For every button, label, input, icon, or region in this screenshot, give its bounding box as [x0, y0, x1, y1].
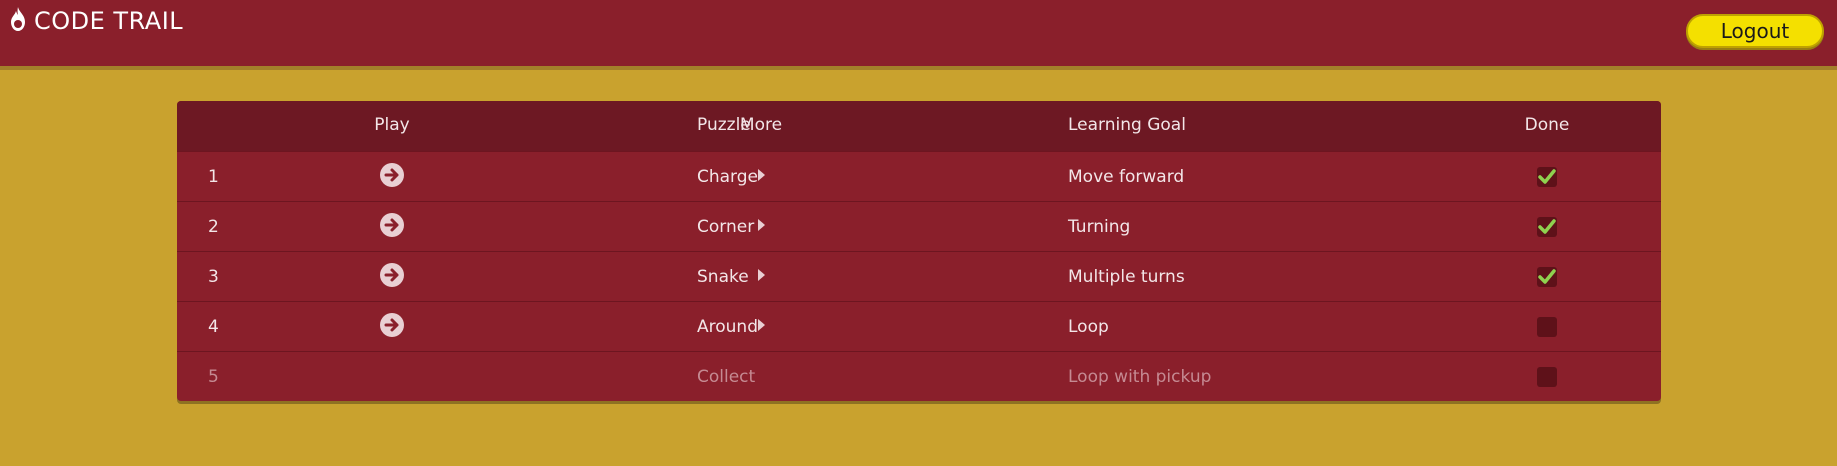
arrow-circle-right-icon	[379, 312, 405, 342]
done-status	[1507, 152, 1587, 202]
table-header: Play More Puzzle Learning Goal Done	[177, 101, 1661, 151]
puzzle-table: Play More Puzzle Learning Goal Done 1 Cha…	[177, 101, 1661, 401]
learning-goal: Multiple turns	[1068, 267, 1185, 287]
done-status	[1507, 352, 1587, 401]
done-checkbox	[1537, 317, 1557, 337]
table-row: 1 Charge Move forward	[177, 151, 1661, 202]
learning-goal: Turning	[1068, 217, 1131, 237]
puzzle-name: Collect	[697, 367, 756, 387]
table-row: 2 Corner Turning	[177, 201, 1661, 252]
logout-button[interactable]: Logout	[1686, 14, 1824, 48]
column-header-done: Done	[1524, 115, 1570, 135]
arrow-circle-right-icon	[379, 162, 405, 192]
column-header-learning-goal: Learning Goal	[1068, 115, 1186, 135]
puzzle-name: Snake	[697, 267, 749, 287]
done-checkbox	[1537, 217, 1557, 237]
puzzle-name: Charge	[697, 167, 759, 187]
done-checkbox	[1537, 367, 1557, 387]
top-bar: CODE TRAIL Logout	[0, 0, 1837, 70]
done-checkbox	[1537, 267, 1557, 287]
caret-right-icon	[755, 217, 767, 237]
done-checkbox	[1537, 167, 1557, 187]
puzzle-name: Corner	[697, 217, 755, 237]
play-button[interactable]	[362, 302, 422, 352]
row-number: 1	[208, 167, 219, 187]
puzzle-name: Around	[697, 317, 758, 337]
table-row: 5 Collect Loop with pickup	[177, 351, 1661, 401]
learning-goal: Loop	[1068, 317, 1109, 337]
done-status	[1507, 202, 1587, 252]
app-title: CODE TRAIL	[34, 7, 184, 35]
column-header-play: Play	[374, 115, 410, 135]
row-number: 5	[208, 367, 219, 387]
table-row: 4 Around Loop	[177, 301, 1661, 352]
row-number: 4	[208, 317, 219, 337]
column-header-puzzle: Puzzle	[697, 115, 751, 135]
done-status	[1507, 302, 1587, 352]
row-number: 3	[208, 267, 219, 287]
flame-icon	[8, 6, 28, 36]
done-status	[1507, 252, 1587, 302]
table-row: 3 Snake Multiple turns	[177, 251, 1661, 302]
learning-goal: Loop with pickup	[1068, 367, 1212, 387]
row-number: 2	[208, 217, 219, 237]
arrow-circle-right-icon	[379, 212, 405, 242]
arrow-circle-right-icon	[379, 262, 405, 292]
play-button[interactable]	[362, 202, 422, 252]
caret-right-icon	[755, 267, 767, 287]
play-button[interactable]	[362, 252, 422, 302]
play-button[interactable]	[362, 152, 422, 202]
brand: CODE TRAIL	[8, 6, 183, 36]
learning-goal: Move forward	[1068, 167, 1185, 187]
